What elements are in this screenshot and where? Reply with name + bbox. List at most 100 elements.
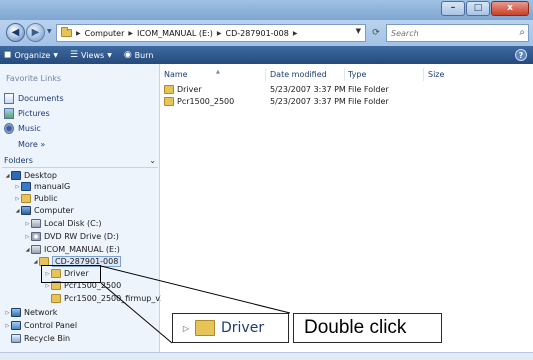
pictures-icon bbox=[4, 107, 14, 119]
minimize-button[interactable]: – bbox=[441, 1, 465, 16]
burn-label: Burn bbox=[134, 50, 154, 60]
user-folder-icon bbox=[21, 182, 31, 191]
address-bar[interactable]: ▶ Computer ▶ ICOM_MANUAL (E:) ▶ CD-28790… bbox=[56, 24, 366, 42]
expand-triangle-icon[interactable]: ▷ bbox=[14, 184, 21, 190]
breadcrumb-icom-manual[interactable]: ICOM_MANUAL (E:) bbox=[137, 29, 213, 38]
recent-pages-dropdown[interactable]: ▼ bbox=[47, 28, 52, 35]
tree-item-dvd-drive[interactable]: ▷ DVD RW Drive (D:) bbox=[24, 231, 119, 242]
tree-item-desktop[interactable]: ◢ Desktop bbox=[4, 170, 57, 181]
collapse-triangle-icon[interactable]: ◢ bbox=[32, 259, 39, 265]
folder-icon bbox=[164, 97, 174, 106]
callout-folder: ▷ Driver bbox=[172, 313, 289, 343]
column-separator[interactable] bbox=[344, 68, 345, 81]
chevron-down-icon: ⌄ bbox=[149, 155, 156, 165]
date-cell: 5/23/2007 3:37 PM bbox=[270, 85, 346, 94]
column-separator[interactable] bbox=[423, 68, 424, 81]
favorite-links-title: Favorite Links bbox=[6, 74, 62, 83]
back-button[interactable]: ◀ bbox=[6, 23, 25, 42]
column-separator[interactable] bbox=[265, 68, 266, 81]
column-header-type[interactable]: Type bbox=[348, 70, 366, 79]
views-icon: ☰ bbox=[69, 50, 79, 60]
tree-label: Computer bbox=[34, 206, 74, 215]
file-name: Driver bbox=[177, 85, 202, 94]
column-label: Name bbox=[164, 70, 188, 79]
tree-label: DVD RW Drive (D:) bbox=[44, 232, 119, 241]
organize-button[interactable]: ◼ Organize ▼ bbox=[4, 50, 58, 60]
collapse-triangle-icon[interactable]: ◢ bbox=[14, 208, 21, 214]
breadcrumb-computer[interactable]: Computer bbox=[85, 29, 125, 38]
expand-triangle-icon[interactable]: ▷ bbox=[4, 323, 11, 329]
documents-icon bbox=[4, 92, 14, 104]
column-header-name[interactable]: Name ▲ bbox=[164, 69, 220, 79]
network-icon bbox=[11, 308, 21, 317]
favorite-label: Documents bbox=[18, 93, 64, 103]
search-icon[interactable]: ⌕ bbox=[519, 27, 525, 38]
search-input[interactable] bbox=[391, 28, 506, 38]
type-cell: File Folder bbox=[348, 85, 389, 94]
tree-item-control-panel[interactable]: ▷ Control Panel bbox=[4, 320, 77, 331]
tree-label: Network bbox=[24, 308, 58, 317]
expand-triangle-icon[interactable]: ▷ bbox=[24, 234, 31, 240]
column-header-date[interactable]: Date modified bbox=[270, 70, 327, 79]
folder-icon bbox=[21, 194, 31, 203]
folder-icon bbox=[61, 27, 72, 37]
tree-item-computer[interactable]: ◢ Computer bbox=[14, 205, 74, 216]
help-icon[interactable]: ? bbox=[515, 49, 527, 61]
tree-label: ICOM_MANUAL (E:) bbox=[44, 245, 120, 254]
folder-icon bbox=[51, 294, 61, 303]
list-item-pcr1500-2500[interactable]: Pcr1500_2500 bbox=[164, 97, 234, 106]
search-box[interactable]: ⌕ bbox=[386, 24, 529, 42]
folders-title: Folders bbox=[4, 155, 33, 165]
tree-item-recycle-bin[interactable]: Recycle Bin bbox=[4, 333, 70, 344]
more-link[interactable]: More » bbox=[18, 140, 45, 149]
breadcrumb-cd[interactable]: CD-287901-008 bbox=[225, 29, 288, 38]
chevron-down-icon: ▼ bbox=[53, 51, 58, 59]
recycle-bin-icon bbox=[11, 334, 21, 343]
favorite-link-pictures[interactable]: Pictures bbox=[4, 106, 50, 120]
favorite-link-music[interactable]: Music bbox=[4, 121, 41, 135]
chevron-right-icon[interactable]: ▶ bbox=[76, 30, 81, 37]
expand-triangle-icon[interactable]: ▷ bbox=[4, 310, 11, 316]
tree-label: Local Disk (C:) bbox=[44, 219, 102, 228]
tree-item-manualg[interactable]: ▷ manualG bbox=[14, 181, 70, 192]
sort-arrow-icon: ▲ bbox=[216, 69, 220, 75]
computer-icon bbox=[21, 206, 31, 215]
tree-item-public[interactable]: ▷ Public bbox=[14, 193, 58, 204]
folders-header[interactable]: Folders ⌄ bbox=[4, 153, 156, 167]
column-header-size[interactable]: Size bbox=[428, 70, 444, 79]
tree-label: Control Panel bbox=[24, 321, 78, 330]
close-button[interactable]: x bbox=[491, 1, 529, 16]
tree-label: Pcr1500_2500_firmup_v210 bbox=[64, 294, 176, 303]
expand-triangle-icon[interactable]: ▷ bbox=[14, 196, 21, 202]
collapse-triangle-icon[interactable]: ◢ bbox=[4, 173, 11, 179]
favorite-link-documents[interactable]: Documents bbox=[4, 91, 64, 105]
tree-item-local-disk[interactable]: ▷ Local Disk (C:) bbox=[24, 218, 102, 229]
callout-folder-label: Driver bbox=[221, 320, 265, 336]
tree-item-pcr-firmup[interactable]: Pcr1500_2500_firmup_v210 bbox=[44, 293, 175, 304]
folder-icon bbox=[164, 85, 174, 94]
expand-triangle-icon[interactable]: ▷ bbox=[24, 221, 31, 227]
burn-button[interactable]: ◉ Burn bbox=[124, 50, 154, 60]
dvd-drive-icon bbox=[31, 232, 41, 241]
chevron-right-icon[interactable]: ▶ bbox=[293, 30, 298, 37]
maximize-button[interactable]: □ bbox=[466, 1, 490, 16]
chevron-right-icon[interactable]: ▶ bbox=[128, 30, 133, 37]
callout-instruction: Double click bbox=[293, 313, 442, 343]
address-dropdown-icon[interactable]: ▼ bbox=[356, 27, 361, 35]
tree-label: Desktop bbox=[24, 171, 57, 180]
forward-button[interactable]: ▶ bbox=[26, 23, 45, 42]
collapse-triangle-icon[interactable]: ◢ bbox=[24, 247, 31, 253]
chevron-right-icon[interactable]: ▶ bbox=[217, 30, 222, 37]
tree-item-icom-manual[interactable]: ◢ ICOM_MANUAL (E:) bbox=[24, 244, 120, 255]
control-panel-icon bbox=[11, 321, 21, 330]
tree-label: Recycle Bin bbox=[24, 334, 71, 343]
desktop-icon bbox=[11, 171, 21, 180]
tree-item-network[interactable]: ▷ Network bbox=[4, 307, 57, 318]
expand-triangle-icon[interactable]: ▷ bbox=[44, 283, 51, 289]
refresh-icon[interactable]: ⟳ bbox=[368, 24, 384, 42]
views-button[interactable]: ☰ Views ▼ bbox=[70, 50, 112, 60]
window-controls: – □ x bbox=[440, 1, 529, 16]
list-item-driver[interactable]: Driver bbox=[164, 85, 202, 94]
highlight-box bbox=[41, 265, 101, 283]
favorite-label: Pictures bbox=[18, 108, 50, 118]
